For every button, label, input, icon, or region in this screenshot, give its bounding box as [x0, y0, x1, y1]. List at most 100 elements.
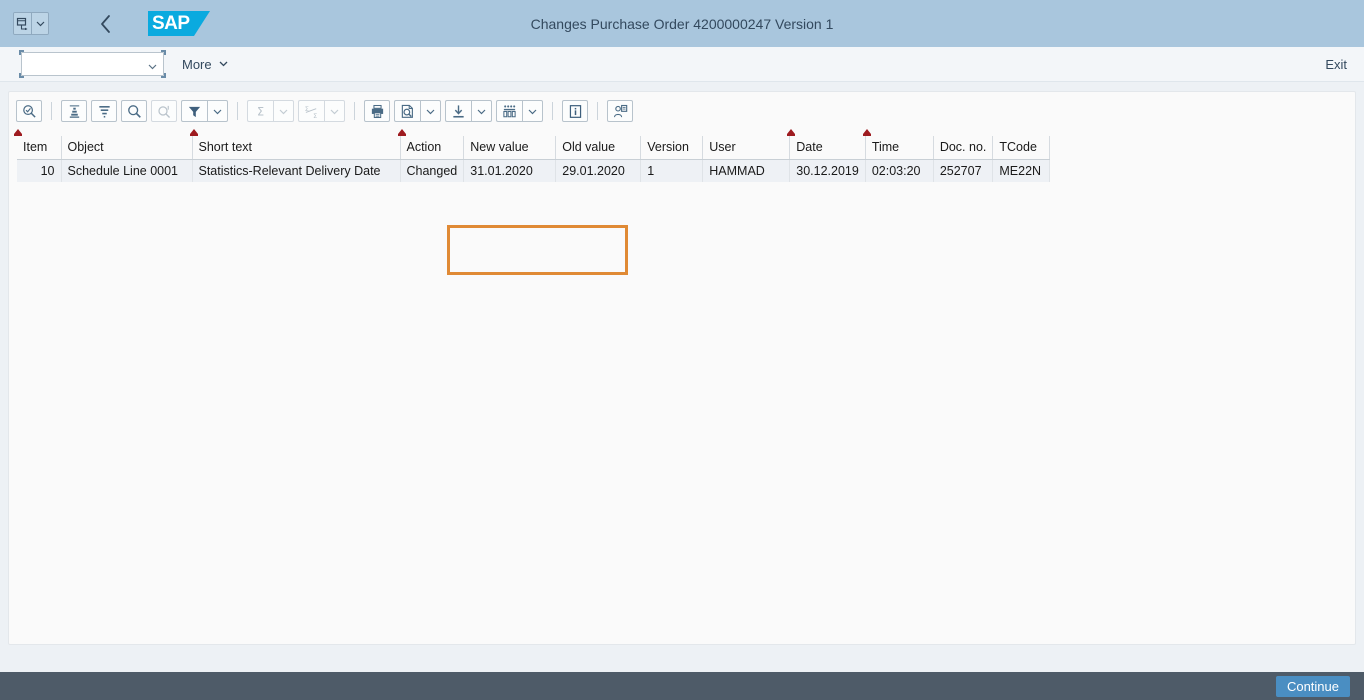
screen-menu-icon[interactable]: [14, 13, 31, 34]
sort-descending-icon[interactable]: [91, 100, 117, 122]
display-details-icon[interactable]: [16, 100, 42, 122]
print-preview-icon[interactable]: [394, 100, 420, 122]
info-icon[interactable]: [562, 100, 588, 122]
table-header-row: Item Object Short text Action New value Old v…: [14, 129, 1051, 160]
table-body: 10 Schedule Line 0001 Statistics-Relevant …: [17, 159, 1051, 182]
sort-ascending-marker: [14, 129, 22, 136]
find-next-icon: [151, 100, 177, 122]
table-cell-doc_no[interactable]: 252707: [933, 159, 994, 182]
table-header-cell-action[interactable]: Action: [397, 129, 465, 160]
table-header-cell-old_value[interactable]: Old value: [555, 136, 642, 160]
table-cell-tcode[interactable]: ME22N: [992, 159, 1051, 182]
toolbar-separator: [597, 102, 598, 120]
footer-bar: Continue: [0, 672, 1364, 700]
toolbar-separator: [51, 102, 52, 120]
layout-icon[interactable]: [496, 100, 522, 122]
layout-split-button[interactable]: [496, 100, 543, 122]
sap-logo-text: SAP: [152, 13, 190, 34]
focus-corner-bl: [19, 73, 24, 78]
shell-header: SAP: [0, 0, 1364, 47]
table-cell-object[interactable]: Schedule Line 0001: [61, 159, 193, 182]
table-header-label: Time: [871, 140, 900, 155]
chevron-down-icon[interactable]: [522, 100, 543, 122]
table-header-label: Version: [647, 140, 689, 155]
focus-corner-tl: [19, 50, 24, 55]
exit-button-label: Exit: [1325, 57, 1347, 72]
table-header-label: Item: [23, 140, 48, 155]
changes-table-element: Item Object Short text Action New value Old v…: [14, 129, 1051, 182]
table-header-label: Object: [67, 140, 104, 155]
print-preview-split-button[interactable]: [394, 100, 441, 122]
table-header: Item Object Short text Action New value Old v…: [14, 129, 1051, 160]
focus-corner-br: [161, 73, 166, 78]
table-header-cell-time[interactable]: Time: [862, 129, 934, 160]
filter-icon[interactable]: [181, 100, 207, 122]
chevron-down-icon: [218, 57, 229, 72]
chevron-down-icon[interactable]: [207, 100, 228, 122]
svg-text:Σ: Σ: [313, 112, 317, 119]
subtotal-icon: Σ Σ: [298, 100, 324, 122]
table-header-cell-user[interactable]: User: [702, 136, 791, 160]
table-header-cell-item[interactable]: Item: [14, 129, 62, 160]
find-icon[interactable]: [121, 100, 147, 122]
sub-toolbar: More Exit: [0, 47, 1364, 82]
table-header-label: User: [709, 140, 736, 155]
table-header-cell-object[interactable]: Object: [61, 136, 193, 160]
table-header-cell-short_text[interactable]: Short text: [189, 129, 401, 160]
chevron-down-icon[interactable]: [471, 100, 492, 122]
table-cell-old_value[interactable]: 29.01.2020: [555, 159, 642, 182]
toolbar-separator: [237, 102, 238, 120]
table-header-cell-new_value[interactable]: New value: [463, 136, 557, 160]
print-icon[interactable]: [364, 100, 390, 122]
table-cell-user[interactable]: HAMMAD: [702, 159, 791, 182]
chevron-down-icon[interactable]: [31, 13, 48, 34]
toolbar-separator: [354, 102, 355, 120]
table-header-label: TCode: [999, 140, 1037, 155]
table-header-label: Action: [406, 140, 442, 155]
content-panel: Σ Σ Σ Item Object Short text Action New …: [8, 91, 1356, 645]
table-header-label: Old value: [562, 140, 616, 155]
subtotal-split-button: Σ Σ: [298, 100, 345, 122]
table-header-label: Doc. no.: [939, 140, 987, 155]
table-header-label: Date: [796, 140, 823, 155]
sort-ascending-marker: [189, 129, 198, 136]
table-cell-new_value[interactable]: 31.01.2020: [463, 159, 557, 182]
table-cell-date[interactable]: 30.12.2019: [789, 159, 866, 182]
shell-menu-button-group[interactable]: [13, 12, 49, 35]
sap-logo: SAP: [148, 11, 210, 36]
continue-button[interactable]: Continue: [1275, 675, 1350, 697]
focus-corner-tr: [161, 50, 166, 55]
table-header-cell-version[interactable]: Version: [640, 136, 704, 160]
variant-select-wrapper[interactable]: [19, 50, 166, 78]
table-header-cell-doc_no[interactable]: Doc. no.: [933, 136, 994, 160]
toolbar-separator: [552, 102, 553, 120]
changes-table[interactable]: Item Object Short text Action New value Old v…: [14, 129, 1051, 182]
table-cell-short_text[interactable]: Statistics-Relevant Delivery Date: [192, 159, 401, 182]
table-cell-item[interactable]: 10: [17, 159, 62, 182]
sort-ascending-icon[interactable]: [61, 100, 87, 122]
table-header-label: Short text: [198, 140, 253, 155]
filter-split-button[interactable]: [181, 100, 228, 122]
table-cell-time[interactable]: 02:03:20: [865, 159, 934, 182]
table-cell-action[interactable]: Changed: [400, 159, 465, 182]
back-arrow-icon[interactable]: [94, 11, 118, 37]
user-note-icon[interactable]: [607, 100, 633, 122]
table-header-cell-date[interactable]: Date: [787, 129, 866, 160]
export-split-button[interactable]: [445, 100, 492, 122]
more-menu-button[interactable]: More: [182, 52, 229, 76]
export-icon[interactable]: [445, 100, 471, 122]
total-split-button: Σ: [247, 100, 294, 122]
value-columns-highlight: [447, 225, 628, 275]
chevron-down-icon[interactable]: [420, 100, 441, 122]
chevron-down-icon: [273, 100, 294, 122]
table-row[interactable]: 10 Schedule Line 0001 Statistics-Relevant …: [17, 159, 1051, 182]
chevron-down-icon: [324, 100, 345, 122]
table-cell-version[interactable]: 1: [640, 159, 704, 182]
exit-button[interactable]: Exit: [1325, 47, 1347, 82]
table-header-cell-tcode[interactable]: TCode: [992, 136, 1051, 160]
svg-text:Σ: Σ: [257, 105, 264, 118]
sort-ascending-marker: [787, 129, 796, 136]
variant-select-input[interactable]: [21, 52, 164, 76]
alv-toolbar: Σ Σ Σ: [9, 92, 1355, 130]
total-icon: Σ: [247, 100, 273, 122]
